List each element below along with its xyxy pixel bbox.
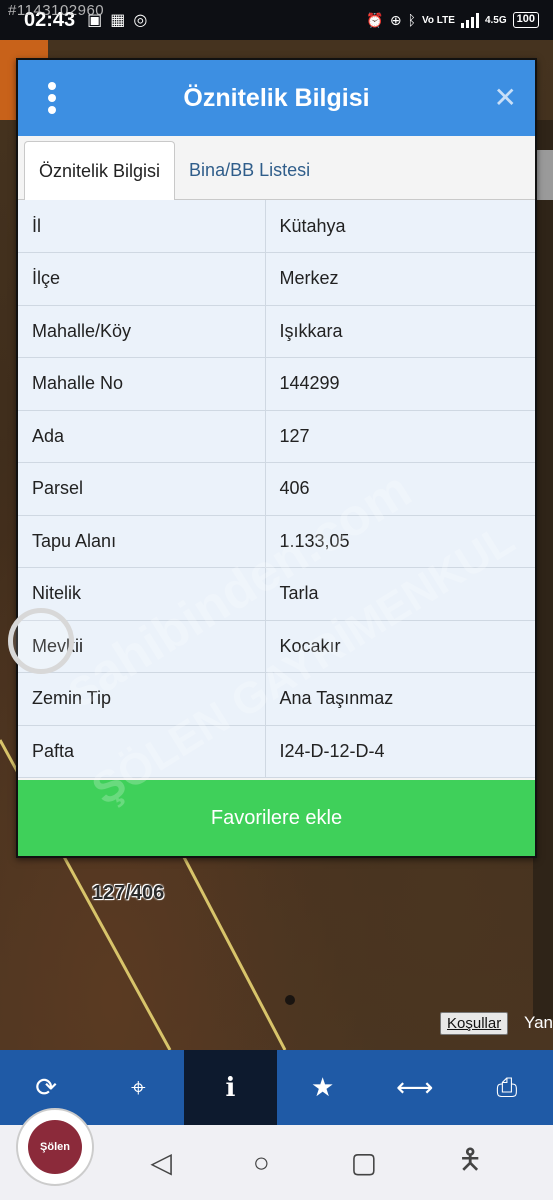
table-row: Pafta I24-D-12-D-4 — [18, 725, 535, 778]
attribute-dialog: Öznitelik Bilgisi ✕ Öznitelik Bilgisi Bi… — [16, 58, 537, 858]
row-value: I24-D-12-D-4 — [265, 725, 535, 778]
bluetooth-icon: ᛒ — [407, 12, 416, 28]
folder-icon: ▦ — [110, 12, 126, 29]
close-icon[interactable]: ✕ — [494, 84, 517, 112]
attribute-table: İl Kütahya İlçe Merkez Mahalle/Köy Işıkkara… — [18, 200, 535, 778]
info-icon[interactable]: i — [184, 1050, 277, 1125]
table-row: Ada 127 — [18, 410, 535, 463]
bottom-toolbar: ⟳ ⌖ i ★ ⟷ ⎙ — [0, 1050, 553, 1125]
table-row: Tapu Alanı 1.133,05 — [18, 515, 535, 568]
row-value: 1.133,05 — [265, 515, 535, 568]
row-key: İl — [18, 200, 266, 253]
row-value: Kütahya — [265, 200, 535, 253]
table-row: Zemin Tip Ana Taşınmaz — [18, 672, 535, 726]
row-value: Tarla — [265, 567, 535, 621]
back-icon[interactable]: ◁ — [150, 1146, 172, 1179]
row-key: Parsel — [18, 462, 266, 516]
row-value: Merkez — [265, 252, 535, 306]
tab-bar: Öznitelik Bilgisi Bina/BB Listesi — [18, 136, 535, 200]
network-type: 4.5G — [484, 14, 507, 26]
add-to-favorites-button[interactable]: Favorilere ekle — [18, 780, 535, 856]
whatsapp-icon: ◎ — [133, 12, 148, 29]
parcel-label: 127/406 — [92, 882, 165, 904]
row-value: 144299 — [265, 357, 535, 411]
row-key: Mahalle/Köy — [18, 305, 266, 358]
data-saver-icon: ⊕ — [389, 11, 402, 28]
row-value: 406 — [265, 462, 535, 516]
locate-icon[interactable]: ⌖ — [92, 1050, 184, 1125]
print-icon[interactable]: ⎙ — [461, 1050, 553, 1125]
dialog-header: Öznitelik Bilgisi ✕ — [18, 60, 535, 136]
conditions-link[interactable]: Koşullar — [440, 1012, 509, 1035]
row-key: Zemin Tip — [18, 672, 266, 726]
agency-logo: Şölen — [16, 1108, 94, 1186]
menu-icon[interactable] — [44, 82, 60, 114]
recents-icon[interactable]: ▢ — [351, 1146, 377, 1179]
tab-attribute-info[interactable]: Öznitelik Bilgisi — [24, 141, 176, 200]
status-bar: #1143102960 02:43 ▣ ▦ ◎ ⏰ ⊕ ᛒ Vo LTE 4.5… — [0, 0, 553, 40]
home-icon[interactable]: ○ — [253, 1147, 270, 1179]
location-marker-icon[interactable] — [8, 608, 74, 674]
dialog-title: Öznitelik Bilgisi — [183, 83, 370, 112]
table-row: Nitelik Tarla — [18, 567, 535, 621]
row-key: Mahalle No — [18, 357, 266, 411]
row-key: Tapu Alanı — [18, 515, 266, 568]
battery-icon: 100 — [512, 12, 539, 28]
signal-icon — [460, 12, 479, 28]
row-value: Işıkkara — [265, 305, 535, 358]
table-row: Mahalle/Köy Işıkkara — [18, 305, 535, 358]
accessibility-icon[interactable]: 🯅 — [458, 1139, 483, 1187]
row-value: Ana Taşınmaz — [265, 672, 535, 726]
tab-building-list[interactable]: Bina/BB Listesi — [175, 141, 324, 199]
row-key: İlçe — [18, 252, 266, 306]
listing-id-watermark: #1143102960 — [8, 2, 105, 19]
measure-icon[interactable]: ⟷ — [369, 1050, 461, 1125]
alarm-icon: ⏰ — [366, 11, 384, 28]
row-key: Ada — [18, 410, 266, 463]
star-icon[interactable]: ★ — [277, 1050, 369, 1125]
agency-logo-text: Şölen — [28, 1120, 82, 1174]
table-row: Mevkii Kocakır — [18, 620, 535, 673]
row-value: Kocakır — [265, 620, 535, 673]
map-edge-text: Yan — [524, 1013, 553, 1032]
table-row: İl Kütahya — [18, 200, 535, 253]
table-row: Mahalle No 144299 — [18, 357, 535, 411]
row-key: Pafta — [18, 725, 266, 778]
table-row: Parsel 406 — [18, 462, 535, 516]
table-row: İlçe Merkez — [18, 252, 535, 306]
volte-icon: Vo LTE — [421, 14, 455, 26]
row-value: 127 — [265, 410, 535, 463]
